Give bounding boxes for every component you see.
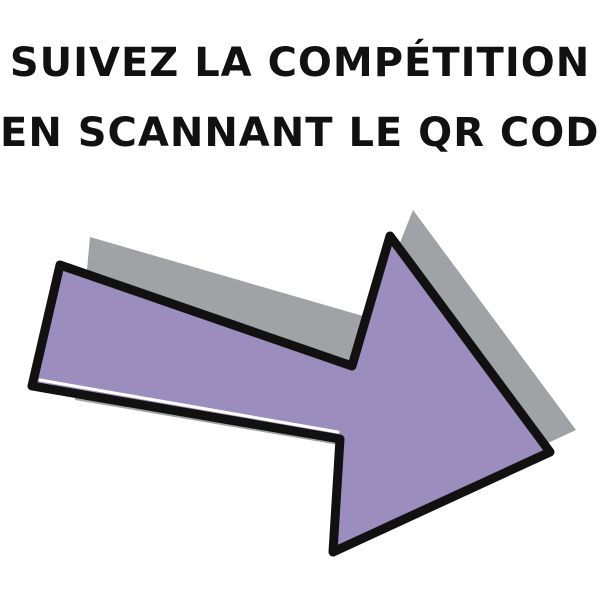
arrow-right-icon (27, 210, 576, 557)
arrow-body (27, 231, 555, 557)
